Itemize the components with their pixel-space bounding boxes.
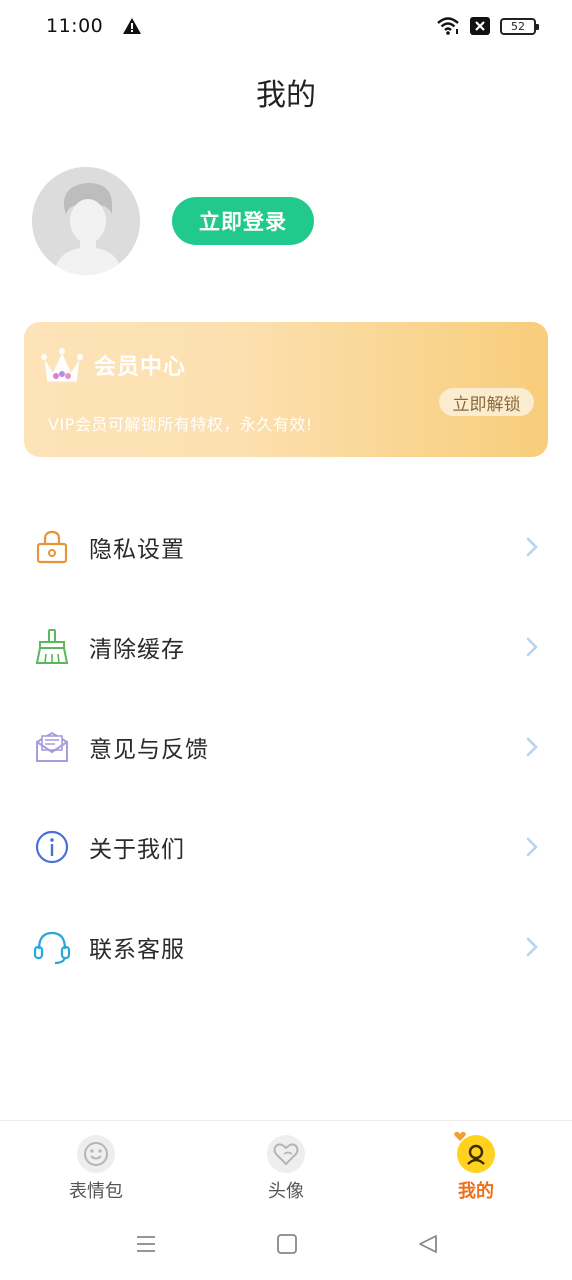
warning-icon	[123, 18, 142, 34]
chevron-right-icon	[526, 737, 538, 757]
tab-mine[interactable]: 我的	[406, 1121, 546, 1211]
vip-title: 会员中心	[94, 355, 187, 380]
tab-stickers[interactable]: 表情包	[26, 1121, 166, 1211]
battery-icon: 52	[500, 17, 539, 35]
bottom-tab-bar: 表情包 头像 我的	[0, 1120, 572, 1210]
tab-label-mine: 我的	[458, 1181, 494, 1202]
menu-item-about[interactable]: 关于我们	[0, 797, 572, 897]
menu-label-feedback: 意见与反馈	[89, 737, 209, 763]
menu-item-clear-cache[interactable]: 清除缓存	[0, 597, 572, 697]
tab-avatars[interactable]: 头像	[216, 1121, 356, 1211]
menu-item-feedback[interactable]: 意见与反馈	[0, 697, 572, 797]
heart-badge-icon	[454, 1131, 466, 1141]
menu-label-contact-support: 联系客服	[89, 937, 185, 963]
battery-level: 52	[511, 19, 525, 33]
envelope-icon	[33, 728, 71, 766]
tab-label-stickers: 表情包	[69, 1181, 123, 1202]
menu-label-about: 关于我们	[89, 837, 185, 863]
lock-icon	[33, 528, 71, 566]
smiley-icon	[77, 1135, 115, 1173]
heart-icon	[267, 1135, 305, 1173]
menu-label-privacy: 隐私设置	[89, 537, 185, 563]
vip-description: VIP会员可解锁所有特权，永久有效!	[48, 415, 313, 434]
headset-icon	[33, 928, 71, 966]
crown-icon	[41, 348, 83, 383]
chevron-right-icon	[526, 937, 538, 957]
system-navigation-bar	[0, 1212, 572, 1280]
back-nav-icon[interactable]	[416, 1232, 440, 1256]
home-nav-icon[interactable]	[276, 1232, 298, 1256]
login-button[interactable]: 立即登录	[172, 197, 314, 245]
default-avatar-icon	[32, 167, 140, 275]
status-time: 11:00	[46, 15, 104, 37]
broom-icon	[33, 628, 71, 666]
menu-item-privacy[interactable]: 隐私设置	[0, 497, 572, 597]
tab-label-avatars: 头像	[268, 1181, 304, 1202]
chevron-right-icon	[526, 537, 538, 557]
chevron-right-icon	[526, 837, 538, 857]
status-bar: 11:00 52	[0, 0, 572, 52]
vip-unlock-button[interactable]: 立即解锁	[439, 388, 534, 416]
menu-label-clear-cache: 清除缓存	[89, 637, 185, 663]
avatar[interactable]	[32, 167, 140, 275]
info-icon	[33, 828, 71, 866]
menu-item-contact-support[interactable]: 联系客服	[0, 897, 572, 997]
chevron-right-icon	[526, 637, 538, 657]
menu-nav-icon[interactable]	[134, 1232, 158, 1256]
vip-card[interactable]: 会员中心 立即解锁 VIP会员可解锁所有特权，永久有效!	[24, 322, 548, 457]
wifi-icon	[437, 17, 459, 35]
page-title: 我的	[256, 78, 316, 113]
no-sim-icon	[470, 17, 490, 35]
